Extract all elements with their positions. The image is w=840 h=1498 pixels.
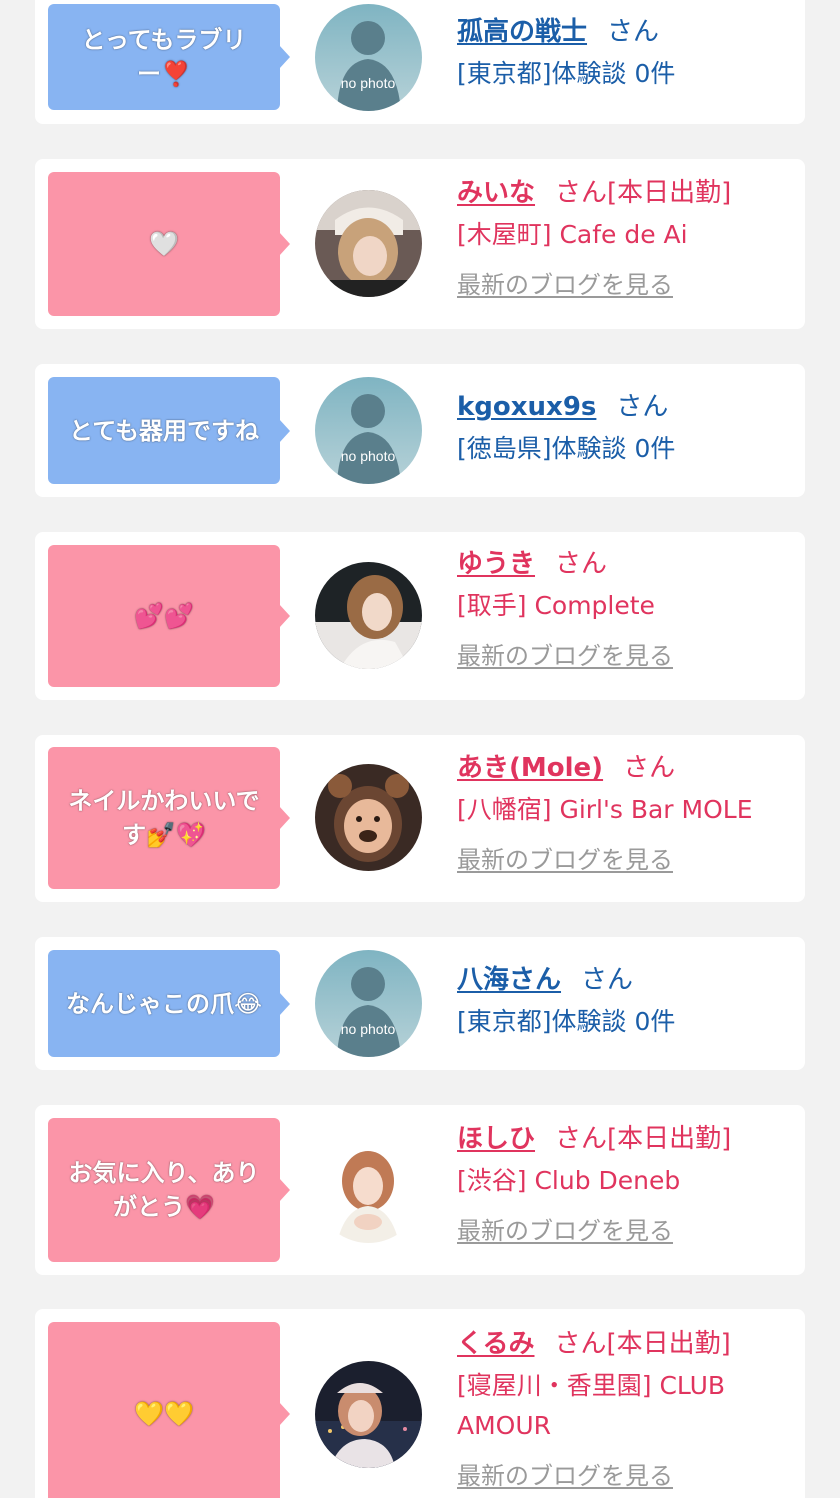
no-photo-avatar: no photo — [315, 377, 422, 484]
profile-photo — [315, 1136, 422, 1243]
message-text: とても器用ですね — [68, 416, 260, 445]
shop-name: [寝屋川・香里園] CLUB AMOUR — [457, 1366, 785, 1446]
message-card: 💛💛 くるみ さん[本日出勤] [寝屋川・香里園] CLUB AMOUR 最新のブ… — [35, 1309, 805, 1498]
profile-photo — [315, 190, 422, 297]
poster-name-link[interactable]: くるみ — [457, 1329, 534, 1359]
honorific: さん — [555, 1124, 608, 1154]
message-bubble: なんじゃこの爪😂 — [48, 950, 290, 1057]
status-badge: [本日出勤] — [606, 1329, 731, 1359]
status-badge: [本日出勤] — [607, 178, 732, 208]
message-card: なんじゃこの爪😂 no photo 八海さん さん [東京都]体験談 0件 — [35, 937, 805, 1070]
avatar[interactable] — [315, 562, 422, 669]
poster-name-link[interactable]: 孤高の戦士 — [457, 17, 587, 47]
profile-photo — [315, 562, 422, 669]
poster-name-link[interactable]: あき(Mole) — [457, 753, 603, 783]
message-text: とってもラブリ — [81, 26, 247, 54]
message-text: 💛💛 — [134, 1400, 194, 1428]
message-text: す💅💖 — [122, 821, 206, 849]
latest-blog-link[interactable]: 最新のブログを見る — [457, 1211, 673, 1246]
message-bubble: 💕💕 — [48, 545, 290, 687]
poster-name-link[interactable]: ゆうき — [457, 549, 535, 579]
message-text: ネイルかわいいで — [68, 787, 260, 815]
avatar[interactable]: no photo — [315, 4, 422, 111]
poster-area: [東京都]体験談 0件 — [457, 1007, 676, 1036]
poster-info: みいな さん[本日出勤] [木屋町] Cafe de Ai 最新のブログを見る — [457, 177, 785, 300]
avatar[interactable] — [315, 1361, 422, 1468]
poster-info: 八海さん さん [東京都]体験談 0件 — [457, 964, 785, 1042]
honorific: さん — [555, 178, 608, 208]
shop-name: [取手] Complete — [457, 591, 655, 620]
svg-text:no photo: no photo — [341, 448, 396, 464]
message-card: 💕💕 ゆうき さん [取手] Complete 最新のブログを見る — [35, 532, 805, 700]
poster-info: あき(Mole) さん [八幡宿] Girl's Bar MOLE 最新のブログを… — [457, 752, 785, 875]
message-card: お気に入り、あり がとう💗 ほしひ さん[本日出勤] [渋谷] Club Dene… — [35, 1105, 805, 1275]
poster-info: ほしひ さん[本日出勤] [渋谷] Club Deneb 最新のブログを見る — [457, 1123, 785, 1246]
poster-info: くるみ さん[本日出勤] [寝屋川・香里園] CLUB AMOUR 最新のブログを… — [457, 1328, 785, 1491]
message-text: お気に入り、あり — [68, 1159, 260, 1187]
status-badge: [本日出勤] — [607, 1124, 732, 1154]
svg-text:no photo: no photo — [341, 75, 396, 91]
message-card: とても器用ですね no photo kgoxux9s さん [徳島県]体験談 0件 — [35, 364, 805, 497]
avatar[interactable]: no photo — [315, 377, 422, 484]
poster-info: 孤高の戦士 さん [東京都]体験談 0件 — [457, 16, 785, 94]
shop-name-line: [寝屋川・香里園] CLUB — [457, 1371, 726, 1400]
latest-blog-link[interactable]: 最新のブログを見る — [457, 1456, 673, 1491]
profile-photo — [315, 764, 422, 871]
message-bubble: 🤍 — [48, 172, 290, 316]
avatar[interactable]: no photo — [315, 950, 422, 1057]
profile-photo — [315, 1361, 422, 1468]
honorific: さん — [607, 17, 660, 47]
avatar[interactable] — [315, 190, 422, 297]
poster-info: ゆうき さん [取手] Complete 最新のブログを見る — [457, 548, 785, 671]
latest-blog-link[interactable]: 最新のブログを見る — [457, 840, 673, 875]
message-bubble: お気に入り、あり がとう💗 — [48, 1118, 290, 1262]
shop-name-line: AMOUR — [457, 1411, 552, 1440]
honorific: さん — [555, 549, 608, 579]
message-card: 🤍 みいな さん[本日出勤] [木屋町] Cafe de Ai 最新のブログを見る — [35, 159, 805, 329]
message-text: ー❣️ — [137, 60, 191, 88]
honorific: さん — [581, 965, 634, 995]
poster-name-link[interactable]: 八海さん — [457, 965, 561, 995]
poster-name-link[interactable]: ほしひ — [457, 1124, 535, 1154]
poster-info: kgoxux9s さん [徳島県]体験談 0件 — [457, 391, 785, 469]
message-bubble: 💛💛 — [48, 1322, 290, 1498]
message-bubble: ネイルかわいいで す💅💖 — [48, 747, 290, 889]
message-text: 🤍 — [149, 230, 179, 258]
svg-text:no photo: no photo — [341, 1021, 396, 1037]
message-text: 💕💕 — [134, 602, 194, 630]
shop-name: [渋谷] Club Deneb — [457, 1166, 681, 1195]
message-text: がとう💗 — [113, 1193, 215, 1221]
honorific: さん — [623, 753, 676, 783]
poster-name-link[interactable]: みいな — [457, 178, 535, 208]
no-photo-avatar: no photo — [315, 950, 422, 1057]
no-photo-avatar: no photo — [315, 4, 422, 111]
message-bubble: とても器用ですね — [48, 377, 290, 484]
avatar[interactable] — [315, 764, 422, 871]
message-card: ネイルかわいいで す💅💖 あき(Mole) さん [八幡宿] Girl's Bar… — [35, 735, 805, 902]
poster-area: [徳島県]体験談 0件 — [457, 434, 676, 463]
message-bubble: とってもラブリ ー❣️ — [48, 4, 290, 110]
message-text: なんじゃこの爪😂 — [65, 989, 263, 1018]
latest-blog-link[interactable]: 最新のブログを見る — [457, 265, 673, 300]
message-card: とってもラブリ ー❣️ no photo 孤高の戦士 さん [東京都]体験談 0件 — [35, 0, 805, 124]
poster-name-link[interactable]: kgoxux9s — [457, 392, 596, 422]
honorific: さん — [616, 392, 669, 422]
shop-name: [八幡宿] Girl's Bar MOLE — [457, 795, 753, 824]
avatar[interactable] — [315, 1136, 422, 1243]
poster-area: [東京都]体験談 0件 — [457, 59, 676, 88]
honorific: さん — [554, 1329, 607, 1359]
latest-blog-link[interactable]: 最新のブログを見る — [457, 636, 673, 671]
shop-name: [木屋町] Cafe de Ai — [457, 220, 688, 249]
